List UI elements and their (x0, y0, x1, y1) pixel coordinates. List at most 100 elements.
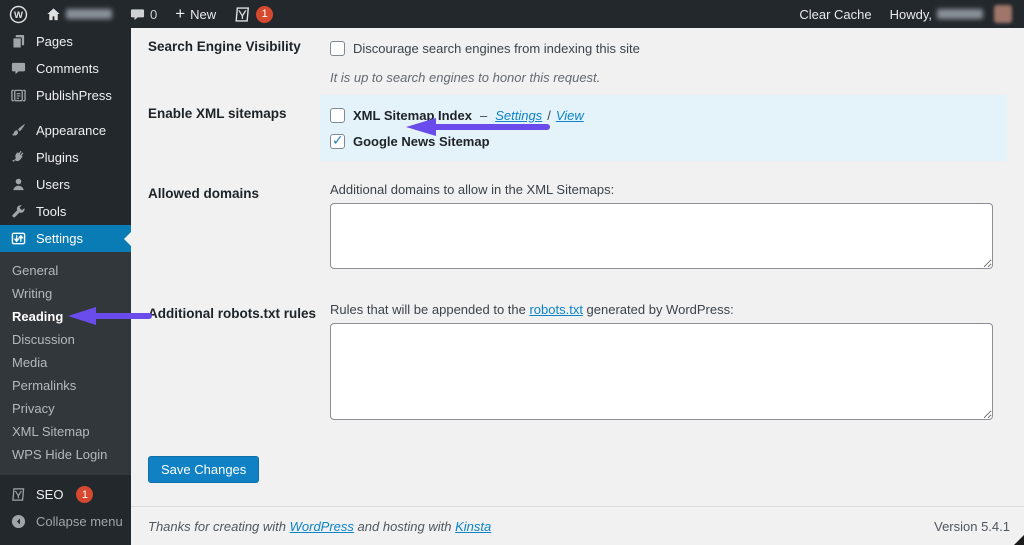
plugins-icon (9, 150, 27, 165)
sitemap-view-link[interactable]: View (556, 108, 584, 123)
sidebar-item-settings[interactable]: Settings (0, 225, 131, 252)
avatar (994, 5, 1012, 23)
discourage-indexing-checkbox[interactable] (330, 41, 345, 56)
clear-cache-button[interactable]: Clear Cache (790, 0, 880, 28)
footer-text: Thanks for creating with (148, 519, 290, 534)
submenu-label: Media (12, 355, 47, 370)
wordpress-logo-menu[interactable]: W (0, 0, 37, 28)
sidebar-item-comments[interactable]: Comments (0, 55, 131, 82)
dash: – (480, 108, 487, 123)
slash: / (547, 108, 551, 123)
new-label: New (190, 7, 216, 22)
robots-rules-textarea[interactable] (330, 323, 993, 420)
xml-sitemap-index-label[interactable]: XML Sitemap Index (353, 108, 472, 123)
submenu-label: XML Sitemap (12, 424, 90, 439)
enable-xml-sitemaps-label: Enable XML sitemaps (148, 95, 330, 121)
google-news-sitemap-label[interactable]: Google News Sitemap (353, 134, 490, 149)
admin-bar: W 0 + New 1 Clear Cache (0, 0, 1024, 28)
submenu-label: Permalinks (12, 378, 76, 393)
robots-rules-label: Additional robots.txt rules (148, 302, 330, 321)
search-engine-note: It is up to search engines to honor this… (330, 70, 1007, 85)
sidebar-item-tools[interactable]: Tools (0, 198, 131, 225)
kinsta-link[interactable]: Kinsta (455, 519, 491, 534)
svg-text:W: W (14, 9, 23, 20)
robots-rules-description: Rules that will be appended to the robot… (330, 302, 1007, 317)
submenu-label: WPS Hide Login (12, 447, 107, 462)
google-news-sitemap-checkbox[interactable] (330, 134, 345, 149)
new-content-menu[interactable]: + New (166, 0, 225, 28)
search-engine-visibility-row: Search Engine Visibility Discourage sear… (131, 35, 1024, 85)
collapse-menu-button[interactable]: Collapse menu (0, 508, 131, 535)
sidebar-item-label: Pages (36, 34, 73, 49)
yoast-notification-badge: 1 (256, 6, 273, 23)
sidebar-item-seo[interactable]: SEO 1 (0, 481, 131, 508)
sidebar-item-label: SEO (36, 487, 63, 502)
footer-thanks-text: Thanks for creating with WordPress and h… (148, 519, 491, 534)
account-menu[interactable]: Howdy, (881, 0, 1024, 28)
sidebar-item-plugins[interactable]: Plugins (0, 144, 131, 171)
home-icon (46, 7, 61, 22)
wordpress-logo-icon: W (9, 5, 28, 24)
mouse-cursor (1010, 532, 1024, 545)
sidebar-item-label: Settings (36, 231, 83, 246)
submenu-item-wps-hide-login[interactable]: WPS Hide Login (0, 443, 131, 466)
submenu-item-privacy[interactable]: Privacy (0, 397, 131, 420)
submenu-label: General (12, 263, 58, 278)
submenu-label: Reading (12, 309, 63, 324)
settings-reading-page: Search Engine Visibility Discourage sear… (131, 28, 1024, 545)
discourage-indexing-label[interactable]: Discourage search engines from indexing … (353, 41, 640, 56)
allowed-domains-label: Allowed domains (148, 182, 330, 201)
allowed-domains-textarea[interactable] (330, 203, 993, 269)
user-name-redacted (937, 9, 983, 19)
plus-icon: + (175, 5, 185, 22)
sidebar-item-publishpress[interactable]: PublishPress (0, 82, 131, 109)
submenu-item-reading[interactable]: Reading (0, 305, 131, 328)
appearance-icon (9, 123, 27, 138)
sidebar-item-label: Comments (36, 61, 99, 76)
submenu-item-writing[interactable]: Writing (0, 282, 131, 305)
admin-footer: Thanks for creating with WordPress and h… (131, 506, 1024, 545)
yoast-seo-icon (234, 6, 251, 23)
submenu-label: Writing (12, 286, 52, 301)
sidebar-item-label: Appearance (36, 123, 106, 138)
submenu-item-permalinks[interactable]: Permalinks (0, 374, 131, 397)
submenu-item-xml-sitemap[interactable]: XML Sitemap (0, 420, 131, 443)
sidebar-item-users[interactable]: Users (0, 171, 131, 198)
wordpress-link[interactable]: WordPress (290, 519, 354, 534)
pages-icon (9, 34, 27, 49)
submenu-label: Discussion (12, 332, 75, 347)
sidebar-separator (0, 109, 131, 117)
enable-xml-sitemaps-row: Enable XML sitemaps XML Sitemap Index – … (131, 95, 1024, 161)
collapse-menu-label: Collapse menu (36, 514, 123, 529)
site-name-menu[interactable] (37, 0, 121, 28)
seo-notification-badge: 1 (76, 486, 93, 503)
save-changes-button[interactable]: Save Changes (148, 456, 259, 483)
submenu-item-discussion[interactable]: Discussion (0, 328, 131, 351)
sitemap-options-highlight: XML Sitemap Index – Settings / View Goog… (320, 95, 1007, 161)
sidebar-item-appearance[interactable]: Appearance (0, 117, 131, 144)
yoast-seo-icon (9, 487, 27, 502)
comment-bubble-icon (130, 7, 145, 22)
sidebar-item-label: Users (36, 177, 70, 192)
xml-sitemap-index-checkbox[interactable] (330, 108, 345, 123)
yoast-notifications-menu[interactable]: 1 (225, 0, 282, 28)
comments-icon (9, 61, 27, 76)
sidebar-item-pages[interactable]: Pages (0, 28, 131, 55)
description-text: generated by WordPress: (583, 302, 734, 317)
settings-submenu: General Writing Reading Discussion Media… (0, 252, 131, 475)
submenu-label: Privacy (12, 401, 55, 416)
allowed-domains-row: Allowed domains Additional domains to al… (131, 182, 1024, 269)
sidebar-item-label: PublishPress (36, 88, 112, 103)
robots-txt-link[interactable]: robots.txt (529, 302, 582, 317)
submenu-item-general[interactable]: General (0, 259, 131, 282)
footer-text: and hosting with (354, 519, 455, 534)
sidebar-item-label: Plugins (36, 150, 79, 165)
tools-icon (9, 204, 27, 219)
settings-icon (9, 231, 27, 246)
admin-sidebar: Pages Comments PublishPress Appearance P… (0, 28, 131, 545)
allowed-domains-description: Additional domains to allow in the XML S… (330, 182, 1007, 197)
submenu-item-media[interactable]: Media (0, 351, 131, 374)
comments-menu[interactable]: 0 (121, 0, 166, 28)
sitemap-settings-link[interactable]: Settings (495, 108, 542, 123)
description-text: Rules that will be appended to the (330, 302, 529, 317)
